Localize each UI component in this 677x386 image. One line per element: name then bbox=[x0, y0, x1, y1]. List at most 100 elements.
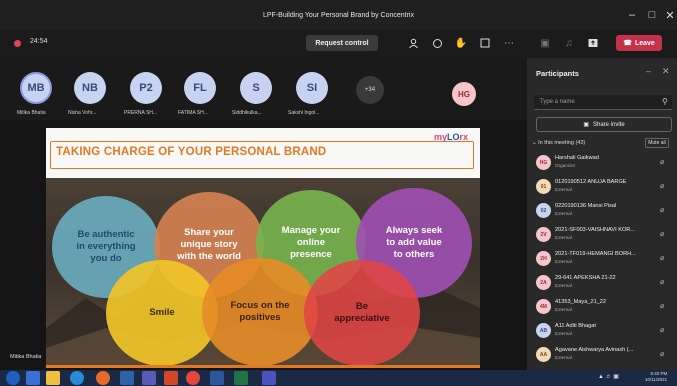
participant-row[interactable]: AB A11 Aditi Bhagat External ⌀ bbox=[532, 320, 672, 342]
search-icon[interactable]: ⚲ bbox=[662, 97, 668, 106]
slide-title: TAKING CHARGE OF YOUR PERSONAL BRAND bbox=[56, 146, 327, 158]
participant-row[interactable]: 4M 41353_Maya_21_22 External ⌀ bbox=[532, 296, 672, 318]
mic-off-icon[interactable]: ⌀ bbox=[660, 182, 664, 190]
participant-name: Nisha Vohr... bbox=[68, 110, 97, 116]
participant-row[interactable]: HG Harshali Gaikwad Organizer ⌀ bbox=[532, 152, 672, 174]
powerpoint-icon[interactable] bbox=[164, 371, 178, 385]
participant-role: External bbox=[555, 307, 572, 312]
media-icon[interactable] bbox=[120, 371, 134, 385]
share-invite-button[interactable]: ▣ Share invite bbox=[536, 117, 672, 132]
close-icon[interactable]: ✕ bbox=[660, 0, 677, 30]
participant-avatar[interactable]: P2 bbox=[130, 72, 162, 104]
word-icon[interactable] bbox=[210, 371, 224, 385]
request-control-button[interactable]: Request control bbox=[306, 35, 378, 51]
participant-name: 0220190136 Mansi Pisal bbox=[555, 203, 617, 209]
mic-icon[interactable]: ♫ bbox=[562, 36, 576, 50]
leave-button[interactable]: ☎ Leave bbox=[616, 35, 662, 51]
system-tray[interactable]: ▲ ♬ ▣ bbox=[598, 373, 619, 380]
participant-avatar: 4M bbox=[536, 299, 551, 314]
mic-off-icon[interactable]: ⌀ bbox=[660, 254, 664, 262]
edge-icon[interactable] bbox=[70, 371, 84, 385]
bubble-positives: Focus on the positives bbox=[202, 258, 318, 365]
participant-name: A11 Aditi Bhagat bbox=[555, 323, 596, 329]
maximize-icon[interactable]: □ bbox=[642, 0, 662, 30]
more-participants-button[interactable]: +34 bbox=[356, 76, 384, 104]
participant-name: Siddhikulka... bbox=[232, 110, 262, 116]
participant-avatar: 2V bbox=[536, 227, 551, 242]
participant-role: Organizer bbox=[555, 163, 576, 168]
participant-role: External bbox=[555, 355, 572, 360]
self-avatar: HG bbox=[452, 82, 476, 106]
participant-avatar: 2H bbox=[536, 251, 551, 266]
participant-role: External bbox=[555, 211, 572, 216]
chat-icon[interactable] bbox=[430, 36, 444, 50]
mic-off-icon[interactable]: ⌀ bbox=[660, 350, 664, 358]
participant-avatar: 2A bbox=[536, 275, 551, 290]
participant-row[interactable]: 2V 2021-SF003-VAISHNAVI KOR... External ⌀ bbox=[532, 224, 672, 246]
share-invite-label: Share invite bbox=[592, 121, 625, 128]
title-bar: LPF-Building Your Personal Brand by Conc… bbox=[0, 0, 677, 30]
pop-out-icon[interactable]: – bbox=[646, 66, 651, 76]
start-icon[interactable] bbox=[6, 371, 20, 385]
participant-row[interactable]: 2H 2021-TF019-HEMANGI BORH... External ⌀ bbox=[532, 248, 672, 270]
minimize-icon[interactable]: – bbox=[622, 0, 642, 30]
participant-row[interactable]: 02 0220190136 Mansi Pisal External ⌀ bbox=[532, 200, 672, 222]
mute-all-button[interactable]: Mute all bbox=[645, 138, 669, 148]
shared-slide: TAKING CHARGE OF YOUR PERSONAL BRAND myL… bbox=[46, 128, 480, 368]
teams-icon[interactable] bbox=[142, 371, 156, 385]
participant-name: 41353_Maya_21_22 bbox=[555, 299, 607, 305]
participant-role: External bbox=[555, 259, 572, 264]
participant-row[interactable]: 2A 29-641 APEKSHA 21-22 External ⌀ bbox=[532, 272, 672, 294]
participant-avatar: 02 bbox=[536, 203, 551, 218]
mic-off-icon[interactable]: ⌀ bbox=[660, 278, 664, 286]
participant-name: 29-641 APEKSHA 21-22 bbox=[555, 275, 616, 281]
teams-active-icon[interactable] bbox=[262, 371, 276, 385]
presenter-name-tag: Mitika Bhatia bbox=[10, 354, 42, 360]
chrome-icon[interactable] bbox=[186, 371, 200, 385]
more-icon[interactable]: ⋯ bbox=[502, 36, 516, 50]
teams-meeting-window: LPF-Building Your Personal Brand by Conc… bbox=[0, 0, 677, 386]
participant-avatar[interactable]: MB bbox=[20, 72, 52, 104]
close-panel-icon[interactable]: ✕ bbox=[662, 66, 670, 77]
participant-avatar: HG bbox=[536, 155, 551, 170]
participant-avatar: AB bbox=[536, 323, 551, 338]
participant-name: Harshali Gaikwad bbox=[555, 155, 599, 161]
participant-search-input[interactable]: Type a name bbox=[534, 95, 672, 110]
participant-avatar[interactable]: S bbox=[240, 72, 272, 104]
participant-role: External bbox=[555, 187, 572, 192]
bubble-appreciative: Be appreciative bbox=[304, 260, 420, 365]
panel-title: Participants bbox=[536, 69, 579, 78]
participant-name: PRERNA SH... bbox=[124, 110, 158, 116]
participant-row[interactable]: 01 0120190512 ANUJA BARGE External ⌀ bbox=[532, 176, 672, 198]
participant-avatar[interactable]: NB bbox=[74, 72, 106, 104]
search-icon[interactable] bbox=[26, 371, 40, 385]
participant-role: External bbox=[555, 331, 572, 336]
recording-icon bbox=[14, 40, 21, 47]
participant-row[interactable]: AA Agavane Aishwarya Avinash (... External… bbox=[532, 344, 672, 366]
participant-name: Agavane Aishwarya Avinash (... bbox=[555, 347, 634, 353]
camera-icon[interactable]: ▣ bbox=[538, 36, 552, 50]
mic-off-icon[interactable]: ⌀ bbox=[660, 230, 664, 238]
mylorx-logo: myLOrx bbox=[433, 132, 468, 142]
firefox-icon[interactable] bbox=[96, 371, 110, 385]
participant-role: External bbox=[555, 235, 572, 240]
in-meeting-header[interactable]: ⌄ In this meeting (43) bbox=[532, 140, 585, 146]
taskbar-clock[interactable]: 5:40 PM 10/11/2021 bbox=[645, 371, 667, 383]
reactions-icon[interactable]: ✋ bbox=[454, 36, 468, 50]
mic-off-icon[interactable]: ⌀ bbox=[660, 206, 664, 214]
participant-avatar: 01 bbox=[536, 179, 551, 194]
mic-off-icon[interactable]: ⌀ bbox=[660, 158, 664, 166]
mic-off-icon[interactable]: ⌀ bbox=[660, 326, 664, 334]
mic-off-icon[interactable]: ⌀ bbox=[660, 302, 664, 310]
share-icon[interactable] bbox=[586, 36, 600, 50]
slide-background-photo: Be authentic in everything you do Share yo… bbox=[46, 178, 480, 365]
share-invite-icon: ▣ bbox=[583, 122, 589, 128]
participant-avatar[interactable]: FL bbox=[184, 72, 216, 104]
file-explorer-icon[interactable] bbox=[46, 371, 60, 385]
participant-name: 2021-SF003-VAISHNAVI KOR... bbox=[555, 227, 635, 233]
rooms-icon[interactable] bbox=[478, 36, 492, 50]
participant-avatar[interactable]: SI bbox=[296, 72, 328, 104]
people-icon[interactable] bbox=[406, 36, 420, 50]
window-title: LPF-Building Your Personal Brand by Conc… bbox=[263, 11, 414, 19]
excel-icon[interactable] bbox=[234, 371, 248, 385]
